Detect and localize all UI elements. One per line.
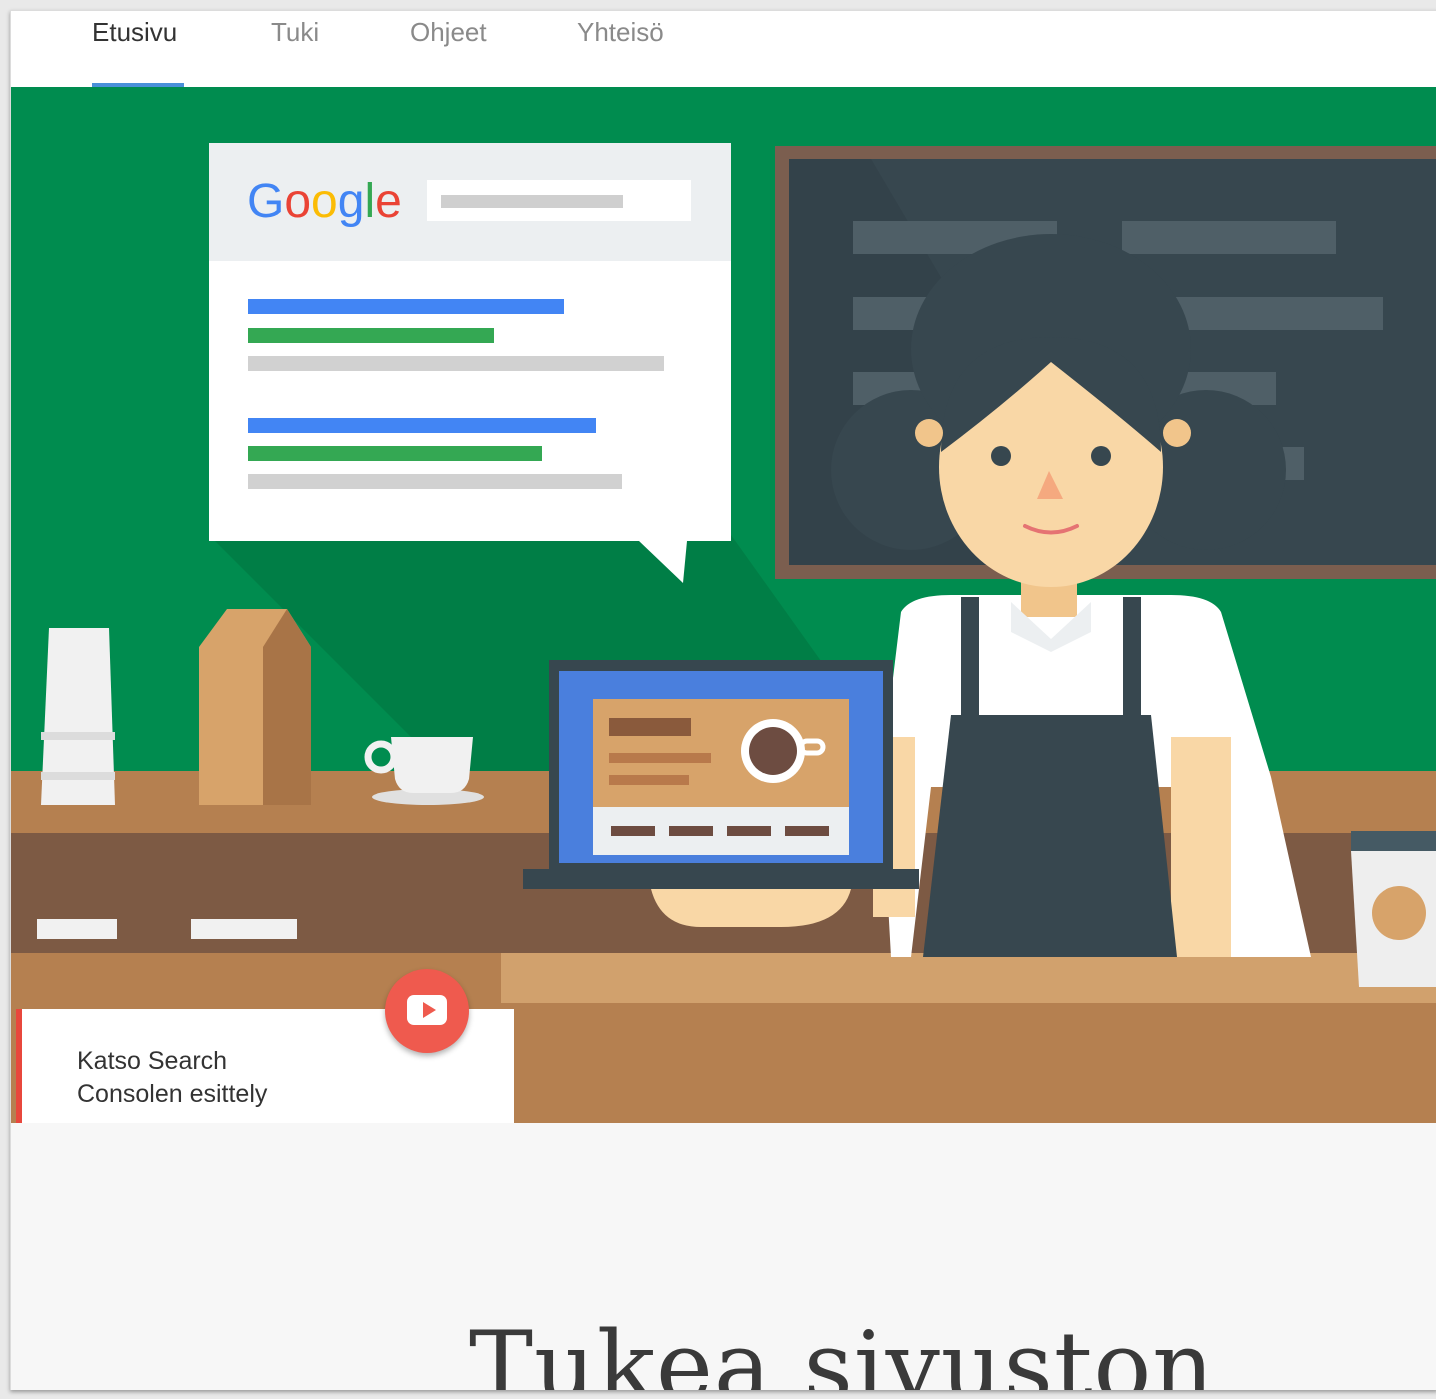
main-content: Tukea sivuston [11,1123,1436,1390]
video-title-line-1: Katso Search [77,1047,228,1075]
milk-carton [199,609,311,805]
intro-video-label: Katso Search Consolen esittely [77,1045,377,1111]
tab-etusivu[interactable]: Etusivu [92,17,177,48]
hero-illustration: Google Katso Search Consolen esittely [11,87,1436,1139]
tab-tuki[interactable]: Tuki [271,17,319,48]
tab-ohjeet[interactable]: Ohjeet [410,17,487,48]
top-navigation: Etusivu Tuki Ohjeet Yhteisö [11,11,1436,87]
google-logo: Google [247,175,402,228]
page-headline: Tukea sivuston [469,1311,1216,1390]
youtube-play-icon[interactable] [385,969,469,1053]
coffee-cup [364,737,484,805]
video-title-line-2: Consolen esittely [77,1080,268,1108]
browser-page: Etusivu Tuki Ohjeet Yhteisö Google Katso… [10,10,1436,1390]
to-go-cup [1351,831,1436,987]
barista-illustration: Google [11,87,1436,1123]
paper-cups-stack [41,628,115,805]
tab-yhteiso[interactable]: Yhteisö [577,17,664,48]
search-results-bubble: Google [209,143,731,583]
laptop [523,660,919,927]
